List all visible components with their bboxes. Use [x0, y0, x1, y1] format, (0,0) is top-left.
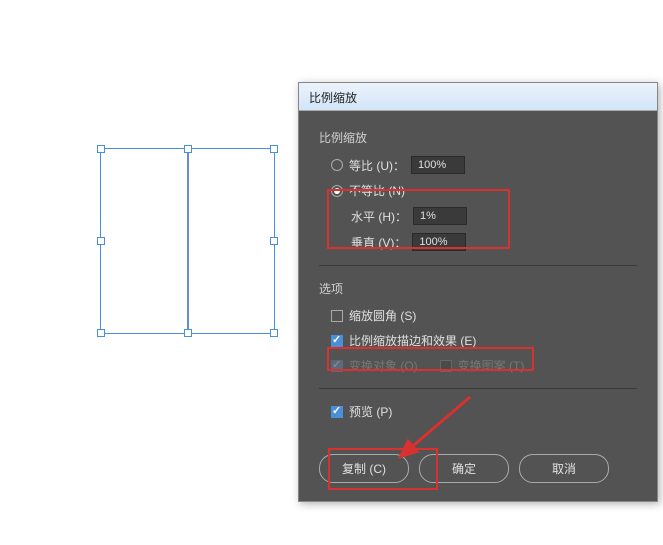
copy-button[interactable]: 复制 (C) [319, 454, 409, 483]
preview-checkbox[interactable] [331, 406, 343, 418]
scale-corners-row: 缩放圆角 (S) [331, 307, 637, 324]
handle-top-left[interactable] [97, 145, 105, 153]
horizontal-label: 水平 (H)： [351, 208, 407, 225]
section-options-title: 选项 [319, 280, 637, 297]
dialog-titlebar[interactable]: 比例缩放 [299, 83, 657, 111]
section-scale-title: 比例缩放 [319, 129, 637, 146]
transform-patterns-label: 变换图案 (T) [458, 357, 525, 374]
handle-bottom-right[interactable] [270, 329, 278, 337]
vertical-row: 垂直 (V)： [351, 233, 637, 251]
scale-corners-checkbox[interactable] [331, 310, 343, 322]
handle-mid-left[interactable] [97, 237, 105, 245]
uniform-input[interactable] [411, 156, 465, 174]
handle-top-right[interactable] [270, 145, 278, 153]
horizontal-row: 水平 (H)： [351, 207, 637, 225]
dialog-title: 比例缩放 [309, 91, 357, 105]
handle-bottom-mid[interactable] [184, 329, 192, 337]
uniform-radio[interactable] [331, 159, 343, 171]
vertical-path [187, 153, 189, 329]
transform-objects-row: 变换对象 (O) 变换图案 (T) [331, 357, 637, 374]
divider-2 [319, 388, 637, 389]
dialog-body: 比例缩放 等比 (U)： 不等比 (N) 水平 (H)： 垂直 (V)： 选项 … [299, 111, 657, 501]
divider-1 [319, 265, 637, 266]
vertical-input[interactable] [412, 233, 466, 251]
scale-dialog: 比例缩放 比例缩放 等比 (U)： 不等比 (N) 水平 (H)： 垂直 (V)… [298, 82, 658, 502]
vertical-label: 垂直 (V)： [351, 234, 406, 251]
uniform-row: 等比 (U)： [331, 156, 637, 174]
scale-strokes-row: 比例缩放描边和效果 (E) [331, 332, 637, 349]
handle-top-mid[interactable] [184, 145, 192, 153]
transform-objects-label: 变换对象 (O) [349, 357, 418, 374]
preview-row: 预览 (P) [331, 403, 637, 420]
nonuniform-label: 不等比 (N) [349, 182, 405, 199]
preview-label: 预览 (P) [349, 403, 392, 420]
transform-objects-checkbox [331, 360, 343, 372]
nonuniform-radio[interactable] [331, 185, 343, 197]
horizontal-input[interactable] [413, 207, 467, 225]
button-row: 复制 (C) 确定 取消 [319, 454, 637, 483]
selected-rectangle[interactable] [100, 148, 275, 334]
canvas-area [100, 148, 275, 334]
handle-bottom-left[interactable] [97, 329, 105, 337]
ok-button[interactable]: 确定 [419, 454, 509, 483]
handle-mid-right[interactable] [270, 237, 278, 245]
uniform-label: 等比 (U)： [349, 157, 405, 174]
scale-strokes-label: 比例缩放描边和效果 (E) [349, 332, 476, 349]
cancel-button[interactable]: 取消 [519, 454, 609, 483]
scale-strokes-checkbox[interactable] [331, 335, 343, 347]
scale-corners-label: 缩放圆角 (S) [349, 307, 416, 324]
nonuniform-row: 不等比 (N) [331, 182, 637, 199]
transform-patterns-checkbox [440, 360, 452, 372]
